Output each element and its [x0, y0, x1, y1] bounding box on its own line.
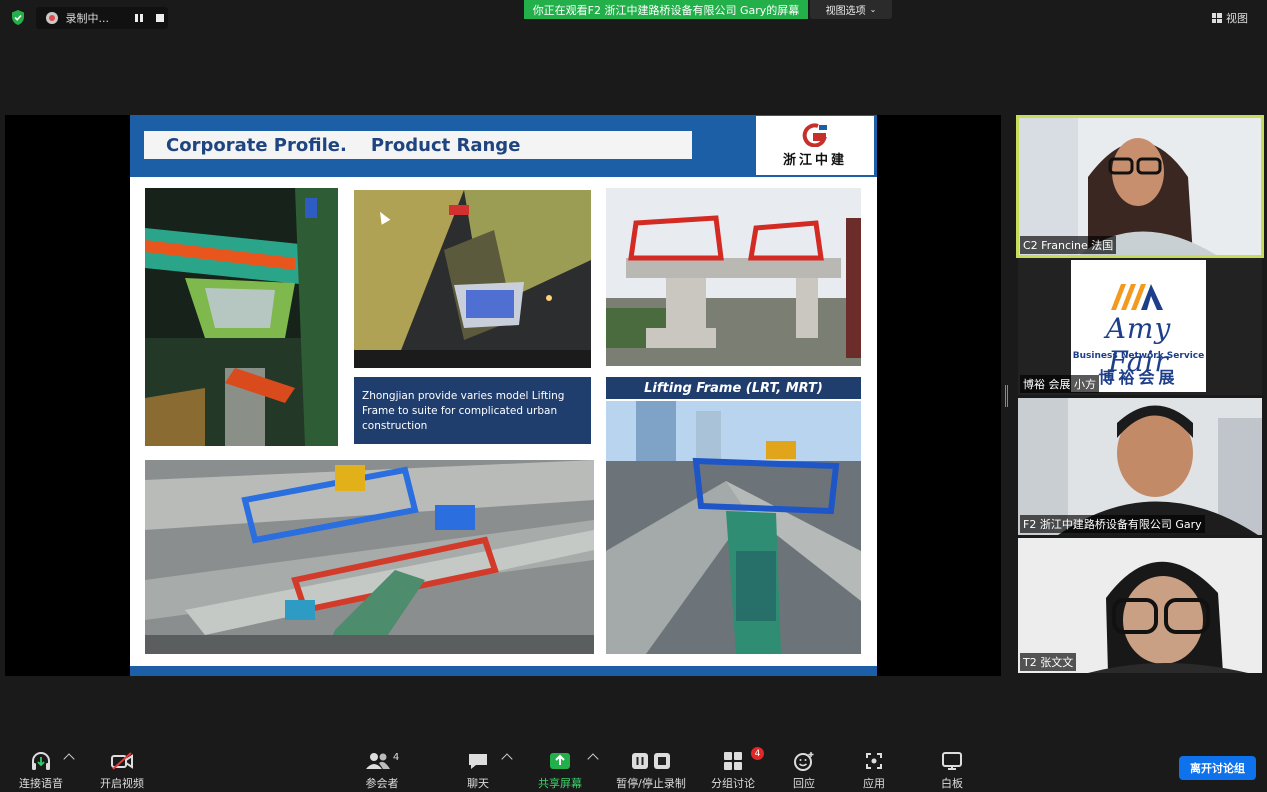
breakout-rooms-button[interactable]: 4 分组讨论 [710, 747, 764, 791]
chat-button[interactable]: 聊天 [462, 749, 494, 791]
participant-tile-francine[interactable]: C2 Francine 法国 [1016, 115, 1264, 258]
participant-name: T2 张文文 [1020, 653, 1077, 671]
shield-icon[interactable] [10, 9, 26, 26]
participant-name: 博裕 会展 小方 [1020, 375, 1099, 393]
recording-label: 录制中... [65, 12, 110, 25]
share-screen-button[interactable]: 共享屏幕 [537, 749, 583, 791]
slide-caption: Zhongjian provide varies model Lifting F… [354, 377, 591, 444]
view-options-button[interactable]: 视图选项 ⌄ [810, 0, 892, 19]
company-logo: 浙江中建 [756, 116, 874, 175]
gallery-view-icon [1212, 13, 1222, 23]
start-video-button[interactable]: 开启视频 [98, 749, 146, 791]
company-logo-text: 浙江中建 [782, 153, 847, 168]
participants-count: 4 [392, 751, 400, 763]
resize-handle[interactable] [1005, 385, 1008, 407]
participants-label: 参会者 [365, 777, 399, 790]
pause-recording-button[interactable] [131, 10, 146, 26]
participant-tile-gary[interactable]: F2 浙江中建路桥设备有限公司 Gary [1018, 398, 1262, 535]
reaction-smiley-icon [793, 749, 815, 773]
amy-fair-subtitle: Business Network Service [1072, 351, 1205, 361]
leave-breakout-room-button[interactable]: 离开讨论组 [1179, 756, 1256, 780]
audio-options-chevron-icon[interactable] [63, 753, 75, 765]
start-video-label: 开启视频 [100, 777, 144, 790]
share-options-chevron-icon[interactable] [587, 753, 599, 765]
participants-icon: 4 [365, 749, 399, 773]
reactions-button[interactable]: 回应 [790, 749, 818, 791]
breakout-count-badge: 4 [751, 747, 764, 760]
chat-options-chevron-icon[interactable] [501, 753, 513, 765]
shared-screen[interactable]: Corporate Profile. Product Range 浙江中建 Zh… [5, 115, 1001, 676]
reactions-label: 回应 [793, 777, 815, 790]
slide-header: Corporate Profile. Product Range 浙江中建 [130, 115, 877, 177]
view-options-label: 视图选项 [825, 6, 866, 17]
company-logo-mark-icon [802, 123, 827, 147]
recording-controls-icon [631, 749, 671, 773]
chat-label: 聊天 [467, 777, 489, 790]
participants-button[interactable]: 4 参会者 [362, 749, 402, 791]
breakout-rooms-icon: 4 [723, 747, 764, 773]
apps-label: 应用 [863, 777, 885, 790]
whiteboard-button[interactable]: 白板 [938, 749, 966, 791]
pause-stop-recording-button[interactable]: 暂停/停止录制 [615, 749, 687, 791]
pause-stop-recording-label: 暂停/停止录制 [616, 777, 686, 790]
meeting-window: 录制中... 你正在观看F2 浙江中建路桥设备有限公司 Gary的屏幕 视图选项… [0, 0, 1267, 792]
amy-fair-logo: Amy Fair Business Network Service 博裕会展 [1071, 260, 1206, 392]
share-screen-icon [549, 749, 571, 773]
connect-audio-button[interactable]: 连接语音 [17, 749, 65, 791]
video-off-icon [110, 749, 134, 773]
apps-icon [864, 749, 884, 773]
amy-fair-logo-mark-icon [1111, 284, 1163, 310]
chat-icon [467, 749, 489, 773]
whiteboard-label: 白板 [941, 777, 963, 790]
stop-recording-button[interactable] [153, 10, 168, 26]
participant-tile-boyu[interactable]: Amy Fair Business Network Service 博裕会展 博… [1018, 258, 1262, 395]
connect-audio-label: 连接语音 [19, 777, 63, 790]
participant-name: C2 Francine 法国 [1020, 236, 1117, 254]
participant-name: F2 浙江中建路桥设备有限公司 Gary [1020, 515, 1205, 533]
participant-tile-zhangwenwen[interactable]: T2 张文文 [1018, 538, 1262, 673]
apps-button[interactable]: 应用 [860, 749, 888, 791]
share-screen-label: 共享屏幕 [538, 777, 582, 790]
slide-title-part2: Product Range [370, 134, 521, 156]
recording-dot-icon [46, 12, 58, 24]
photo-arch-underside [354, 190, 591, 368]
headphones-icon [30, 749, 52, 773]
photo-city-lifting-frame [606, 401, 861, 654]
view-label: 视图 [1226, 12, 1248, 25]
breakout-rooms-label: 分组讨论 [711, 777, 755, 790]
view-button[interactable]: 视图 [1212, 8, 1260, 28]
slide-footer [130, 666, 877, 676]
chevron-down-icon: ⌄ [869, 5, 877, 14]
whiteboard-icon [941, 749, 963, 773]
screen-share-banner: 你正在观看F2 浙江中建路桥设备有限公司 Gary的屏幕 [524, 0, 808, 19]
photo-night-bridge [145, 188, 338, 446]
stop-icon [156, 14, 165, 22]
recording-indicator: 录制中... [36, 7, 168, 29]
slide-title-part1: Corporate Profile. [166, 134, 347, 156]
pause-icon [134, 14, 143, 22]
photo-interchange [145, 460, 594, 654]
slide-title: Corporate Profile. Product Range [144, 131, 692, 159]
lifting-frame-label: Lifting Frame (LRT, MRT) [606, 377, 861, 399]
presentation-slide: Corporate Profile. Product Range 浙江中建 Zh… [130, 115, 877, 676]
photo-red-launcher [606, 188, 861, 366]
